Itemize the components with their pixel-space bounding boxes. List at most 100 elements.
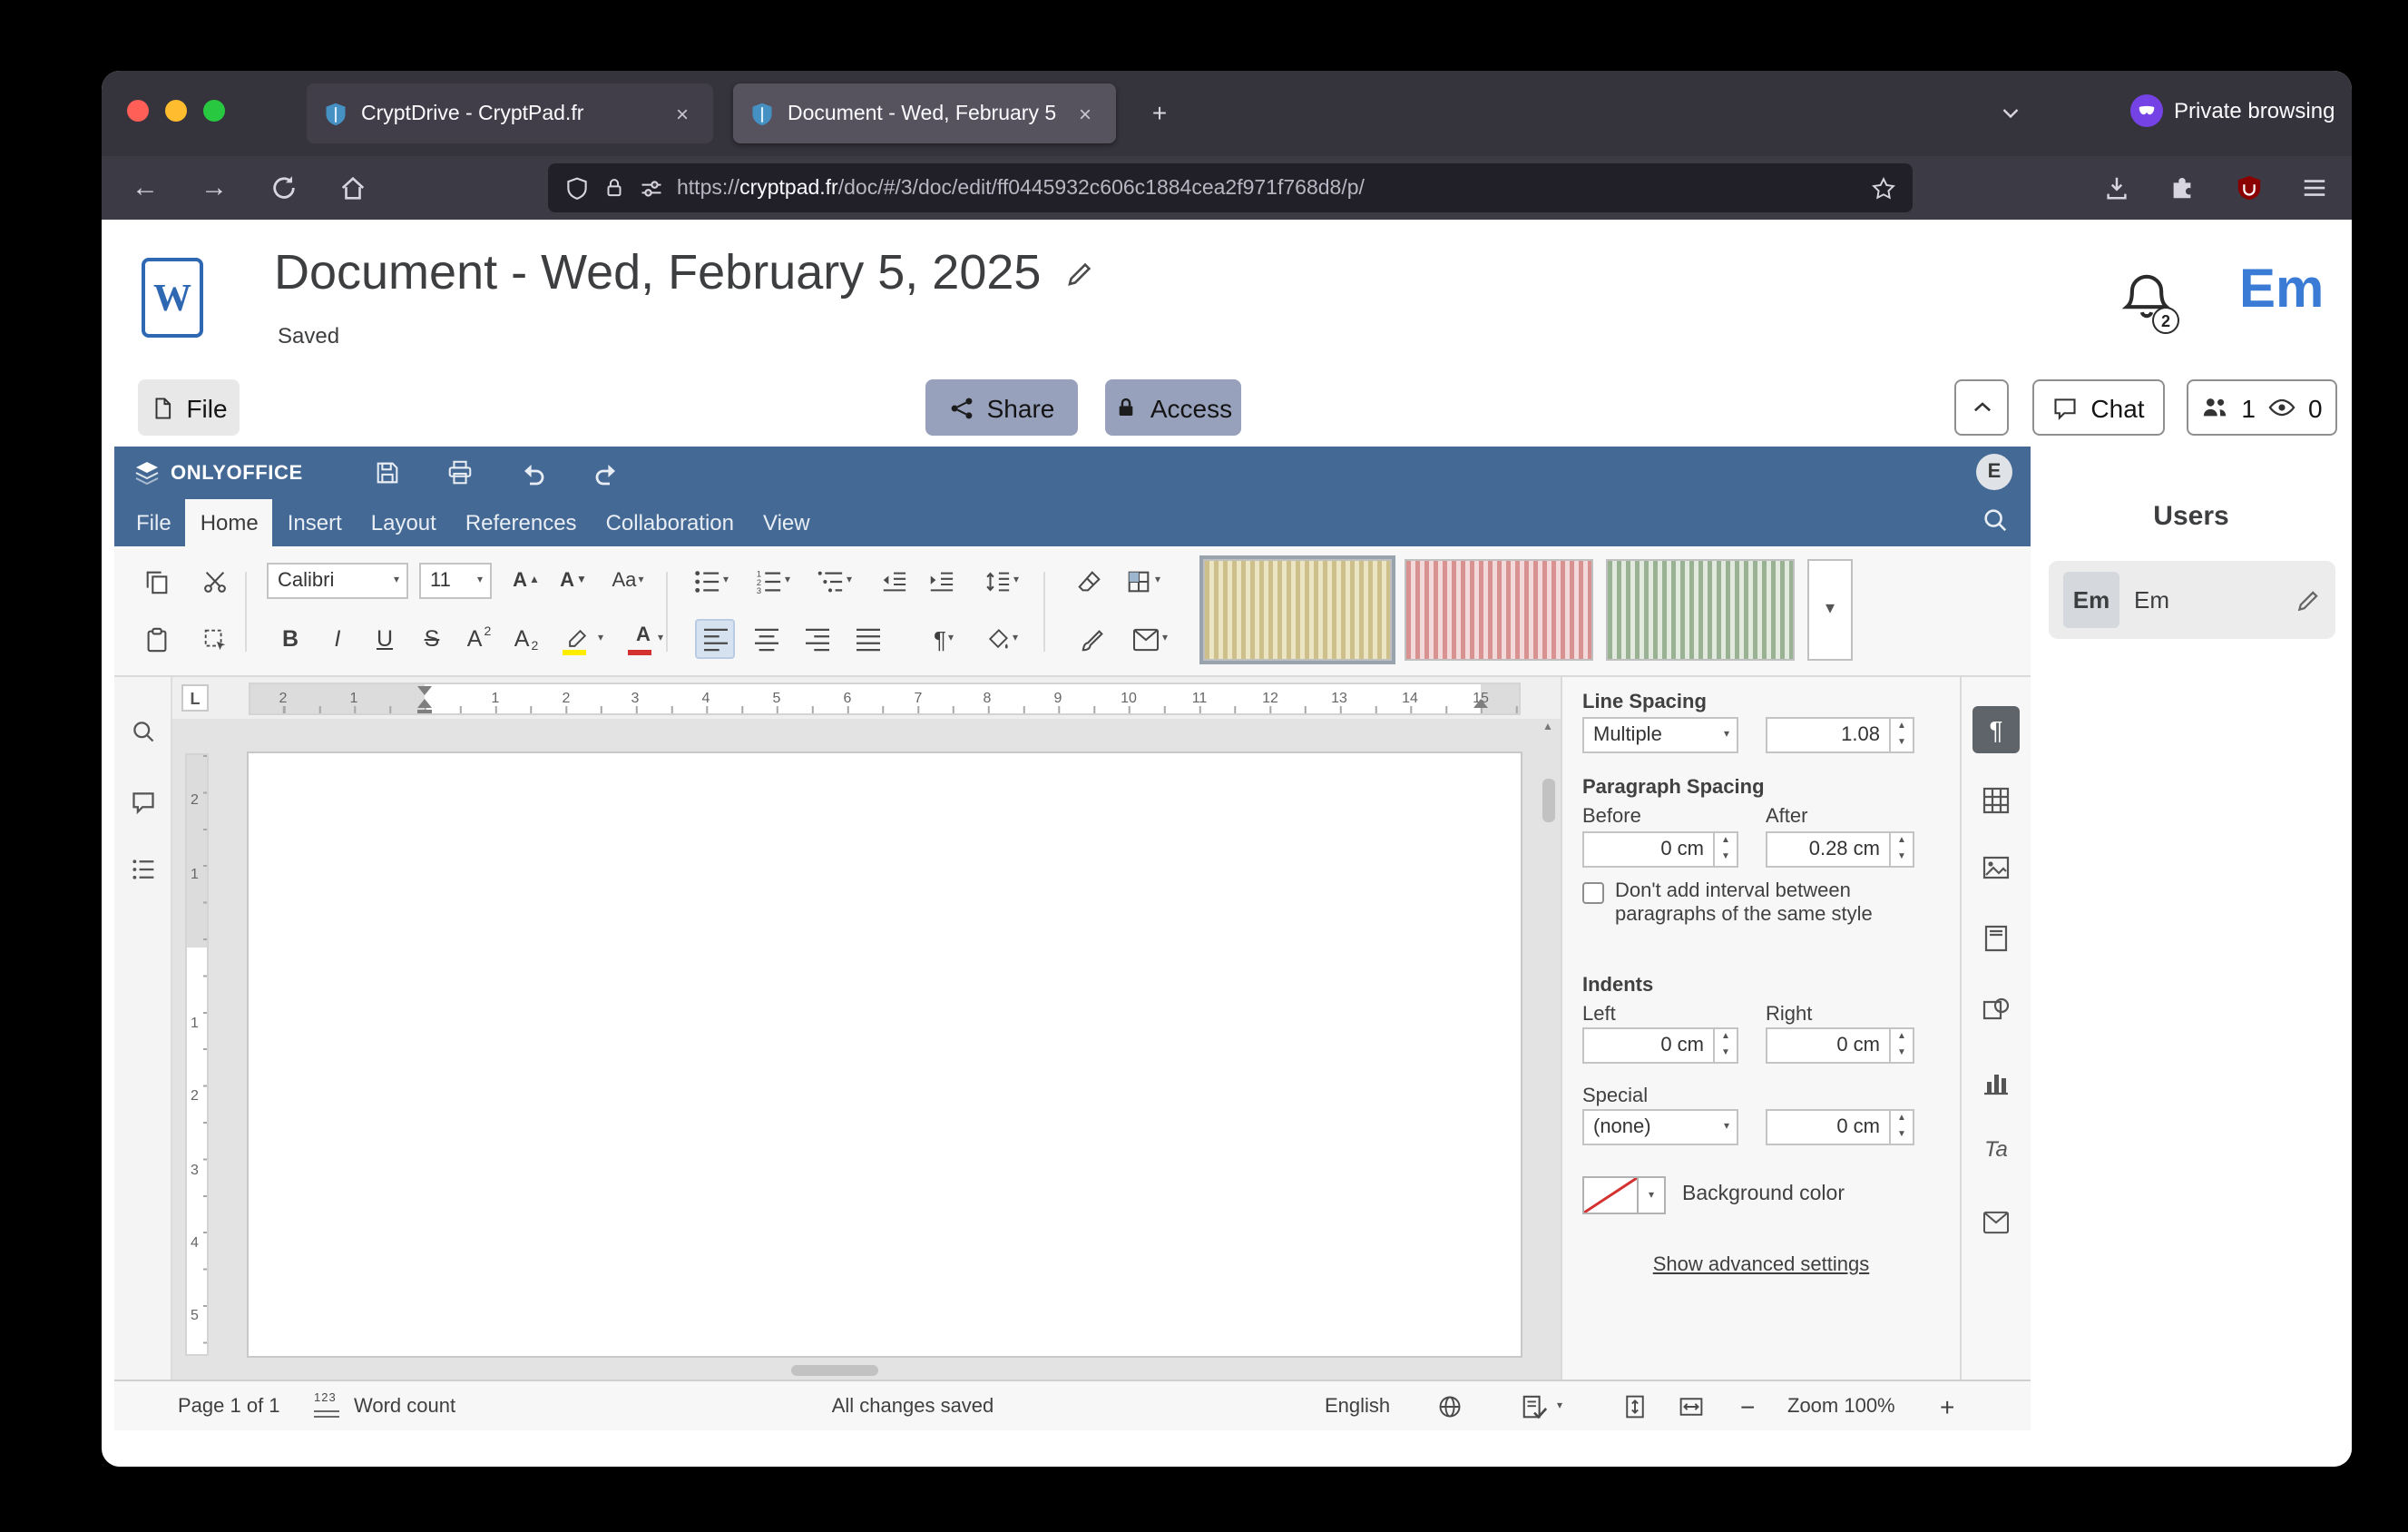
menu-hamburger-icon[interactable] — [2288, 162, 2339, 212]
zoom-in-button[interactable]: + — [1940, 1381, 1954, 1432]
edit-name-pencil-icon[interactable] — [2295, 587, 2321, 613]
horizontal-scrollbar[interactable] — [172, 1363, 1530, 1378]
url-bar[interactable]: https://cryptpad.fr/doc/#/3/doc/edit/ff0… — [548, 163, 1913, 212]
left-indent-box-marker[interactable] — [417, 709, 432, 714]
document-canvas[interactable]: 2 1 1 2 3 4 5 ▲ — [172, 719, 1561, 1380]
first-line-indent-marker[interactable] — [417, 686, 432, 695]
tab-stop-selector[interactable]: L — [181, 684, 209, 712]
special-spinner[interactable]: 0 cm▲▼ — [1766, 1109, 1914, 1145]
document-page[interactable] — [249, 753, 1521, 1356]
tab-layout[interactable]: Layout — [357, 499, 451, 546]
table-shading-button[interactable]: ▾ — [1116, 561, 1170, 601]
change-case-button[interactable]: Aa▾ — [601, 561, 655, 601]
forward-button[interactable]: → — [189, 162, 240, 212]
close-window-button[interactable] — [127, 100, 149, 122]
minimize-window-button[interactable] — [165, 100, 187, 122]
no-interval-checkbox[interactable] — [1582, 882, 1604, 904]
permissions-icon[interactable] — [639, 175, 664, 201]
back-button[interactable]: ← — [120, 162, 171, 212]
tab-close-icon[interactable]: × — [668, 99, 697, 128]
tab-references[interactable]: References — [451, 499, 592, 546]
redo-button[interactable] — [586, 453, 626, 493]
indent-left-spinner[interactable]: 0 cm▲▼ — [1582, 1027, 1738, 1064]
collapse-toolbar-button[interactable] — [1954, 379, 2009, 436]
style-preview-3[interactable] — [1606, 559, 1795, 661]
tab-collaboration[interactable]: Collaboration — [592, 499, 749, 546]
downloads-icon[interactable] — [2090, 162, 2141, 212]
line-spacing-button[interactable]: ▾ — [974, 561, 1029, 601]
user-avatar[interactable]: Em — [2239, 260, 2324, 321]
bookmark-star-icon[interactable] — [1871, 175, 1896, 201]
navigation-headings-icon[interactable] — [127, 853, 160, 886]
spacing-before-spinner[interactable]: 0 cm▲▼ — [1582, 831, 1738, 868]
paste-icon[interactable] — [136, 619, 176, 659]
word-count-button[interactable]: Word count — [354, 1381, 455, 1432]
copy-icon[interactable] — [136, 561, 176, 601]
new-tab-button[interactable]: + — [1140, 93, 1180, 133]
styles-gallery-expand-button[interactable]: ▾ — [1807, 559, 1853, 661]
mail-merge-settings-icon[interactable] — [1972, 1198, 2020, 1245]
increase-indent-button[interactable] — [920, 561, 960, 601]
save-button[interactable] — [368, 453, 408, 493]
tab-file[interactable]: File — [122, 499, 186, 546]
paragraph-shading-button[interactable]: ▾ — [974, 619, 1029, 659]
collaborator-avatar[interactable]: E — [1976, 454, 2012, 490]
reload-button[interactable] — [258, 162, 308, 212]
strikethrough-button[interactable]: S — [412, 619, 452, 659]
copy-style-brush-icon[interactable] — [1072, 619, 1112, 659]
comments-icon[interactable] — [127, 786, 160, 819]
share-button[interactable]: Share — [925, 379, 1078, 436]
font-size-select[interactable]: 11▾ — [419, 563, 492, 599]
tab-insert[interactable]: Insert — [273, 499, 357, 546]
chart-settings-icon[interactable] — [1972, 1058, 2020, 1105]
page-indicator[interactable]: Page 1 of 1 — [178, 1381, 280, 1432]
table-settings-icon[interactable] — [1972, 777, 2020, 824]
special-select[interactable]: (none)▾ — [1582, 1109, 1738, 1145]
scrollbar-thumb[interactable] — [1542, 779, 1555, 822]
align-right-button[interactable] — [797, 619, 837, 659]
edit-title-pencil-icon[interactable] — [1064, 259, 1093, 288]
maximize-window-button[interactable] — [203, 100, 225, 122]
underline-button[interactable]: U — [365, 619, 405, 659]
multilevel-list-button[interactable]: ▾ — [808, 561, 862, 601]
highlight-color-button[interactable]: ▾ — [557, 619, 612, 659]
language-button[interactable]: English — [1325, 1381, 1390, 1432]
line-spacing-spinner[interactable]: 1.08▲▼ — [1766, 717, 1914, 753]
zoom-level[interactable]: Zoom 100% — [1787, 1381, 1895, 1432]
spacing-after-spinner[interactable]: 0.28 cm▲▼ — [1766, 831, 1914, 868]
scroll-up-arrow[interactable]: ▲ — [1542, 722, 1553, 733]
find-icon[interactable] — [127, 715, 160, 748]
paragraph-settings-icon[interactable]: ¶ — [1972, 706, 2020, 753]
left-indent-marker[interactable] — [417, 699, 432, 708]
background-color-swatch[interactable] — [1582, 1176, 1639, 1214]
extensions-puzzle-icon[interactable] — [2156, 162, 2207, 212]
zoom-out-button[interactable]: − — [1740, 1381, 1755, 1432]
tracking-shield-icon[interactable] — [564, 175, 590, 201]
align-left-button[interactable] — [695, 619, 735, 659]
select-all-icon[interactable] — [194, 619, 234, 659]
tab-home[interactable]: Home — [186, 499, 273, 546]
right-indent-marker[interactable] — [1473, 699, 1488, 708]
increment-font-button[interactable]: A▲ — [506, 561, 546, 601]
image-settings-icon[interactable] — [1972, 844, 2020, 891]
tab-view[interactable]: View — [749, 499, 825, 546]
italic-button[interactable]: I — [318, 619, 357, 659]
decrement-font-button[interactable]: A▼ — [553, 561, 593, 601]
cut-scissors-icon[interactable] — [194, 561, 234, 601]
fit-page-button[interactable] — [1622, 1381, 1648, 1432]
bullets-button[interactable]: ▾ — [684, 561, 739, 601]
nonprinting-chars-button[interactable]: ¶▾ — [916, 619, 971, 659]
print-button[interactable] — [441, 453, 481, 493]
bold-button[interactable]: B — [270, 619, 310, 659]
scrollbar-thumb[interactable] — [791, 1365, 878, 1376]
background-color-dropdown[interactable]: ▾ — [1639, 1176, 1666, 1214]
subscript-button[interactable]: A2 — [506, 619, 546, 659]
decrease-indent-button[interactable] — [873, 561, 913, 601]
globe-icon[interactable] — [1437, 1381, 1463, 1432]
style-preview-1[interactable] — [1203, 559, 1392, 661]
superscript-button[interactable]: A2 — [459, 619, 499, 659]
search-icon[interactable] — [1982, 506, 2009, 534]
header-footer-settings-icon[interactable] — [1972, 915, 2020, 962]
indent-right-spinner[interactable]: 0 cm▲▼ — [1766, 1027, 1914, 1064]
undo-button[interactable] — [514, 453, 553, 493]
